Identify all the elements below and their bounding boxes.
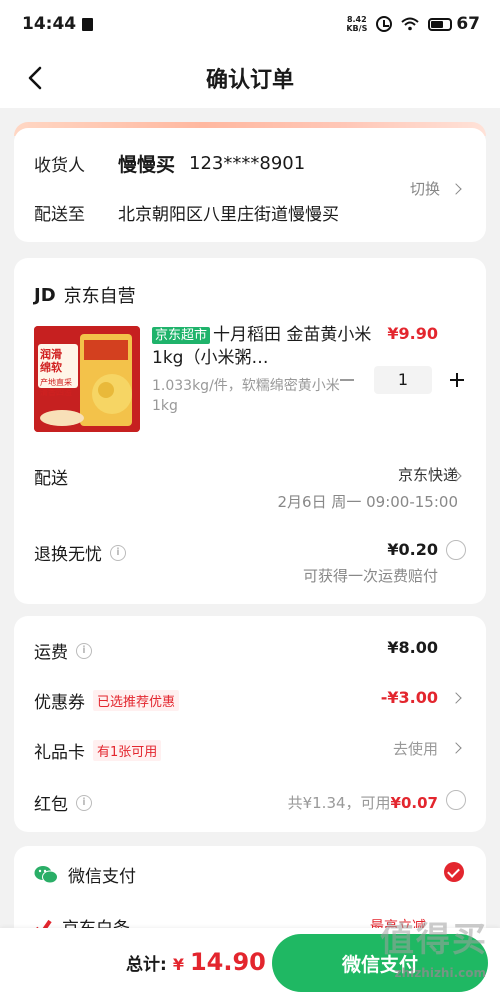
watermark-url: zhizhizhi.com	[394, 966, 486, 980]
total-price: 总计: ¥14.90	[126, 948, 266, 976]
receiver-name: 慢慢买	[118, 154, 176, 176]
image-text-2: 绵软	[40, 361, 62, 374]
giftcard-value[interactable]: 去使用	[393, 738, 438, 759]
giftcard-label: 礼品卡	[34, 743, 85, 763]
quantity-stepper: 1	[340, 366, 464, 394]
watermark-logo: 值得买	[380, 920, 488, 960]
product-title[interactable]: 京东超市 十月稻田 金苗黄小米 1kg（小米粥…	[152, 324, 372, 370]
back-arrow-icon[interactable]	[22, 64, 50, 92]
return-service-text: 退换无忧	[34, 545, 102, 565]
receiver-phone: 123****8901	[189, 153, 306, 174]
image-text-4: 清香四溢	[40, 388, 72, 397]
address-card[interactable]: 收货人 慢慢买 123****8901 配送至 北京朝阳区八里庄街道慢慢买 切换	[14, 128, 486, 242]
deliver-row: 配送至 北京朝阳区八里庄街道慢慢买	[34, 200, 339, 225]
delivery-option[interactable]: 京东快递 2月6日 周一 09:00-15:00	[278, 464, 459, 512]
info-icon[interactable]: i	[76, 642, 92, 659]
receiver-label: 收货人	[34, 156, 85, 176]
info-icon[interactable]: i	[76, 794, 92, 811]
return-service-desc: 可获得一次运费赔付	[302, 567, 438, 585]
sim-icon	[82, 17, 94, 31]
deliver-label: 配送至	[34, 205, 85, 225]
wechat-icon	[34, 865, 58, 883]
chevron-right-icon	[450, 182, 462, 195]
shipping-value: ¥8.00	[387, 638, 438, 657]
nav-bar: 确认订单	[0, 48, 500, 108]
order-card: JD 京东自营 润滑 绵软 产地直采 清香四溢 京东超市 十月稻田 金苗黄小米 1…	[14, 258, 486, 604]
coupon-value[interactable]: -¥3.00	[381, 688, 438, 707]
increase-button[interactable]	[450, 373, 464, 387]
deliver-address: 北京朝阳区八里庄街道慢慢买	[118, 205, 339, 225]
wechat-pay-option[interactable]: 微信支付	[34, 862, 136, 887]
battery-level: 67	[456, 14, 480, 34]
shop-header: JD 京东自营	[34, 282, 136, 308]
page-title: 确认订单	[205, 68, 294, 93]
total-amount: 14.90	[189, 948, 266, 976]
return-service-radio[interactable]	[446, 540, 466, 560]
giftcard-row: 礼品卡 有1张可用	[34, 738, 162, 763]
delivery-label-text: 配送	[34, 469, 68, 489]
wechat-pay-label: 微信支付	[68, 867, 136, 887]
quantity-value[interactable]: 1	[374, 366, 432, 394]
product-image[interactable]: 润滑 绵软 产地直采 清香四溢	[34, 326, 140, 432]
redpacket-label: 红包	[34, 795, 68, 815]
coupon-label: 优惠券	[34, 693, 85, 713]
image-text-3: 产地直采	[40, 378, 72, 387]
total-label: 总计:	[126, 955, 167, 975]
product-price: ¥9.90	[387, 324, 438, 343]
wifi-icon	[401, 17, 419, 31]
jd-logo: JD	[34, 284, 56, 306]
battery-icon	[428, 17, 453, 31]
check-icon[interactable]	[444, 862, 464, 882]
redpacket-total: 共¥1.34，可用	[287, 794, 391, 812]
shipping-label-text: 运费	[34, 643, 68, 663]
status-time: 14:44	[22, 14, 77, 34]
chevron-right-icon	[450, 692, 462, 704]
product-image-subcaption: 产地直采 清香四溢	[40, 378, 72, 398]
coupon-tag: 已选推荐优惠	[93, 690, 180, 711]
status-icons: 8.42 KB/S 67	[346, 14, 480, 34]
image-text-1: 润滑	[40, 348, 62, 361]
decrease-button[interactable]	[340, 379, 354, 381]
shop-name: 京东自营	[63, 286, 136, 307]
return-service-price: ¥0.20	[387, 540, 438, 559]
alarm-icon	[376, 16, 393, 32]
delivery-label: 配送	[34, 464, 68, 489]
fees-card: 运费 i ¥8.00 优惠券 已选推荐优惠 -¥3.00 礼品卡 有1张可用 去…	[14, 616, 486, 832]
net-speed-value: 8.42	[346, 15, 367, 24]
product-spec: 1.033kg/件，软糯绵密黄小米1kg	[152, 378, 340, 414]
receiver-row: 收货人 慢慢买 123****8901	[34, 150, 305, 177]
redpacket-value: 共¥1.34，可用¥0.07	[288, 792, 438, 813]
supermarket-tag: 京东超市	[152, 327, 211, 344]
chevron-right-icon	[450, 742, 462, 754]
net-speed: 8.42 KB/S	[346, 15, 367, 33]
battery: 67	[428, 14, 480, 34]
coupon-row: 优惠券 已选推荐优惠	[34, 688, 180, 713]
redpacket-radio[interactable]	[446, 790, 466, 810]
total-currency: ¥	[172, 955, 184, 974]
redpacket-row: 红包 i	[34, 790, 92, 815]
delivery-time: 2月6日 周一 09:00-15:00	[277, 493, 459, 511]
delivery-carrier: 京东快递	[397, 466, 458, 484]
return-service-info: ¥0.20 可获得一次运费赔付	[303, 540, 438, 586]
redpacket-usable: ¥0.07	[390, 794, 438, 812]
switch-label: 切换	[409, 180, 440, 198]
return-service-label: 退换无忧 i	[34, 540, 126, 565]
net-speed-unit: KB/S	[346, 24, 368, 33]
product-image-caption: 润滑 绵软	[40, 348, 62, 374]
info-icon[interactable]: i	[110, 544, 126, 561]
shipping-label: 运费 i	[34, 638, 92, 663]
giftcard-tag: 有1张可用	[93, 740, 162, 761]
status-time-group: 14:44	[22, 14, 94, 34]
switch-address-button[interactable]: 切换	[409, 178, 462, 199]
status-bar: 14:44 8.42 KB/S 67	[0, 0, 500, 48]
